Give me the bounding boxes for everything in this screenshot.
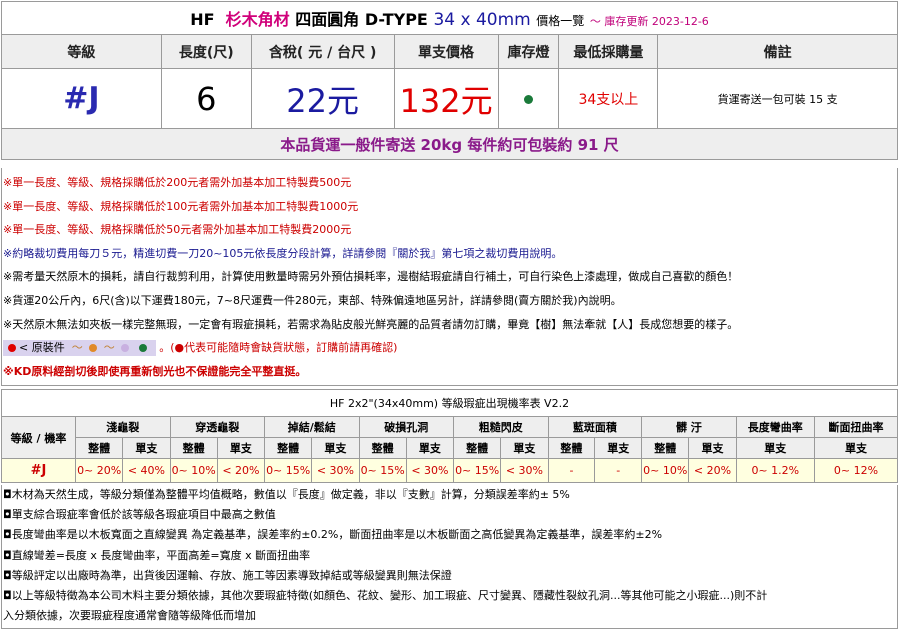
product-dimension: 34 x 40mm bbox=[433, 10, 531, 30]
table-cell: < 30% bbox=[405, 458, 455, 483]
table-cell: 0~ 20% bbox=[75, 458, 124, 483]
sub-header-whole: 整體 bbox=[169, 437, 218, 459]
sub-header-single: 單支 bbox=[500, 437, 549, 459]
remark-item: ◘木材為天然生成，等級分類僅為整體平均值概略，數值以『長度』做定義，非以『支數』… bbox=[3, 488, 570, 501]
defect-table-title: HF 2x2"(34x40mm) 等級瑕疵出現機率表 V2.2 bbox=[1, 389, 898, 417]
product-grade: #J bbox=[1, 68, 162, 129]
product-single-price: 132元 bbox=[393, 68, 499, 129]
note-item: ※約略裁切費用每刀５元，精進切費一刀20~105元依長度分段計算，詳請參閱『關於… bbox=[3, 246, 563, 260]
sub-header-whole: 整體 bbox=[358, 437, 407, 459]
sub-header-whole: 整體 bbox=[641, 437, 690, 459]
price-list-label: 價格一覽 bbox=[536, 14, 585, 28]
legend-tilde: ～ bbox=[71, 341, 83, 355]
sub-header-whole: 整體 bbox=[453, 437, 502, 459]
product-note: 貨運寄送一包可裝 15 支 bbox=[657, 68, 898, 129]
red-dot-icon bbox=[8, 344, 16, 353]
notes-section: ※單一長度、等級、規格採購低於200元者需外加基本加工特製費500元 ※單一長度… bbox=[1, 168, 898, 386]
header-stock-light: 庫存燈 bbox=[497, 34, 560, 69]
remark-item: ◘單支綜合瑕疵率會低於該等級各瑕疵項目中最高之數值 bbox=[3, 508, 276, 522]
col-header: 淺龜裂 bbox=[75, 416, 171, 438]
legend-tilde: ～ bbox=[103, 341, 115, 355]
stock-update: ～ 庫存更新 2023-12-6 bbox=[589, 15, 709, 28]
remark-item: 入分類依據，次要瑕疵程度通常會隨等級降低而增加 bbox=[3, 609, 256, 623]
note-item: ※天然原木無法如夾板一樣完整無瑕，一定會有瑕疵損耗，若需求為貼皮般光鮮亮麗的品質… bbox=[3, 317, 739, 331]
shipping-info: 本品貨運一般件寄送 20kg 每件約可包裝約 91 尺 bbox=[1, 128, 898, 160]
sub-header-single: 單支 bbox=[405, 437, 455, 459]
orange-dot-icon bbox=[89, 344, 98, 353]
table-cell: 0~ 15% bbox=[264, 458, 313, 483]
note-item: ※需考量天然原木的損耗，請自行裁剪利用，計算使用數量時需另外預估損耗率，邊樹結瑕… bbox=[3, 270, 739, 284]
header-single-price: 單支價格 bbox=[393, 34, 499, 69]
remarks-section: ◘木材為天然生成，等級分類僅為整體平均值概略，數值以『長度』做定義，非以『支數』… bbox=[1, 485, 898, 629]
product-min-qty: 34支以上 bbox=[558, 68, 659, 129]
sub-header-single: 單支 bbox=[216, 437, 266, 459]
table-cell: < 20% bbox=[216, 458, 266, 483]
header-min-qty: 最低採購量 bbox=[558, 34, 659, 69]
table-cell: 0~ 12% bbox=[813, 458, 899, 483]
col-header: 破損孔洞 bbox=[358, 416, 455, 438]
sub-header-whole: 整體 bbox=[75, 437, 124, 459]
note-item: ※單一長度、等級、規格採購低於200元者需外加基本加工特製費500元 bbox=[3, 176, 352, 189]
table-cell: < 40% bbox=[122, 458, 171, 483]
table-cell: 0~ 15% bbox=[453, 458, 502, 483]
sub-header-whole: 整體 bbox=[264, 437, 313, 459]
price-sheet: HF 杉木角材 四面圓角 D-TYPE 34 x 40mm 價格一覽 ～ 庫存更… bbox=[0, 0, 900, 630]
legend-label: < 原裝件 bbox=[19, 341, 65, 355]
note-item: ※單一長度、等級、規格採購低於50元者需外加基本加工特製費2000元 bbox=[3, 223, 352, 237]
table-cell: 0~ 15% bbox=[358, 458, 407, 483]
table-cell: < 30% bbox=[500, 458, 549, 483]
green-dot-icon bbox=[138, 344, 147, 353]
table-cell: 0~ 1.2% bbox=[735, 458, 815, 483]
product-table: HF 杉木角材 四面圓角 D-TYPE 34 x 40mm 價格一覽 ～ 庫存更… bbox=[1, 1, 898, 160]
table-cell: - bbox=[594, 458, 643, 483]
stock-light-cell bbox=[497, 68, 560, 129]
sub-header-single: 單支 bbox=[122, 437, 171, 459]
remark-item: ◘等級評定以出廠時為準，出貨後因運輸、存放、施工等因素導致掉結或等級變異則無法保… bbox=[3, 568, 452, 582]
remark-item: ◘直線彎差=長度 x 長度彎曲率，平面高差=寬度 x 斷面扭曲率 bbox=[3, 548, 311, 562]
col-header: 藍斑面積 bbox=[547, 416, 643, 438]
defect-table: HF 2x2"(34x40mm) 等級瑕疵出現機率表 V2.2 等級 / 機率 … bbox=[0, 389, 899, 483]
table-cell: 0~ 10% bbox=[641, 458, 690, 483]
header-length: 長度(尺) bbox=[160, 34, 252, 69]
header-note: 備註 bbox=[657, 34, 898, 69]
header-price-tax: 含稅( 元 / 台尺 ) bbox=[250, 34, 395, 69]
sub-header-single: 單支 bbox=[594, 437, 643, 459]
col-header: 髒 汙 bbox=[641, 416, 737, 438]
table-cell: 0~ 10% bbox=[169, 458, 218, 483]
note-item: ※單一長度、等級、規格採購低於100元者需外加基本加工特製費1000元 bbox=[3, 199, 359, 213]
header-grade: 等級 bbox=[1, 34, 162, 69]
table-cell: < 30% bbox=[311, 458, 360, 483]
col-header: 斷面扭曲率 bbox=[813, 416, 899, 438]
page-title: HF 杉木角材 四面圓角 D-TYPE 34 x 40mm 價格一覽 ～ 庫存更… bbox=[1, 1, 898, 35]
note-item: ※貨運20公斤內，6尺(含)以下運費180元，7~8尺運費一件280元，東部、特… bbox=[3, 293, 622, 307]
table-cell: - bbox=[547, 458, 596, 483]
col-header: 穿透龜裂 bbox=[169, 416, 266, 438]
sub-header-whole: 整體 bbox=[547, 437, 596, 459]
remark-item: ◘以上等級特徵為本公司木料主要分類依據，其他次要瑕疵特徵(如顏色、花紋、變形、加… bbox=[3, 589, 768, 603]
legend-row: < 原裝件 ～ ～ 。(●代表可能隨時會缺貨狀態，訂購前請再確認) bbox=[2, 336, 897, 360]
col-header: 粗糙閃皮 bbox=[453, 416, 549, 438]
legend-box: < 原裝件 ～ ～ bbox=[3, 340, 156, 357]
table-row: #J 0~ 20% < 40% 0~ 10% < 20% 0~ 15% < 30… bbox=[0, 458, 899, 483]
row-header: 等級 / 機率 bbox=[0, 416, 77, 459]
sub-header-single: 單支 bbox=[813, 437, 899, 459]
product-name: 四面圓角 D-TYPE bbox=[295, 10, 428, 29]
sub-header-single: 單支 bbox=[735, 437, 815, 459]
sub-header-single: 單支 bbox=[688, 437, 737, 459]
col-header: 長度彎曲率 bbox=[735, 416, 815, 438]
grade-cell: #J bbox=[0, 458, 77, 483]
remark-item: ◘長度彎曲率是以木板寬面之直線變異 為定義基準，誤差率約±0.2%，斷面扭曲率是… bbox=[3, 528, 663, 542]
sub-header-single: 單支 bbox=[311, 437, 360, 459]
brand: HF bbox=[190, 10, 215, 29]
table-cell: < 20% bbox=[688, 458, 737, 483]
legend-note: (●代表可能隨時會缺貨狀態，訂購前請再確認) bbox=[170, 341, 398, 355]
lavender-dot-icon bbox=[121, 344, 130, 353]
stock-light-icon bbox=[523, 95, 533, 104]
product-length: 6 bbox=[160, 68, 252, 129]
wood-type: 杉木角材 bbox=[225, 10, 290, 29]
kd-note: ※KD原料經剖切後即使再重新刨光也不保證能完全平整直挺。 bbox=[3, 364, 307, 378]
col-header: 掉結/鬆結 bbox=[264, 416, 360, 438]
product-price-tax: 22元 bbox=[250, 68, 395, 129]
